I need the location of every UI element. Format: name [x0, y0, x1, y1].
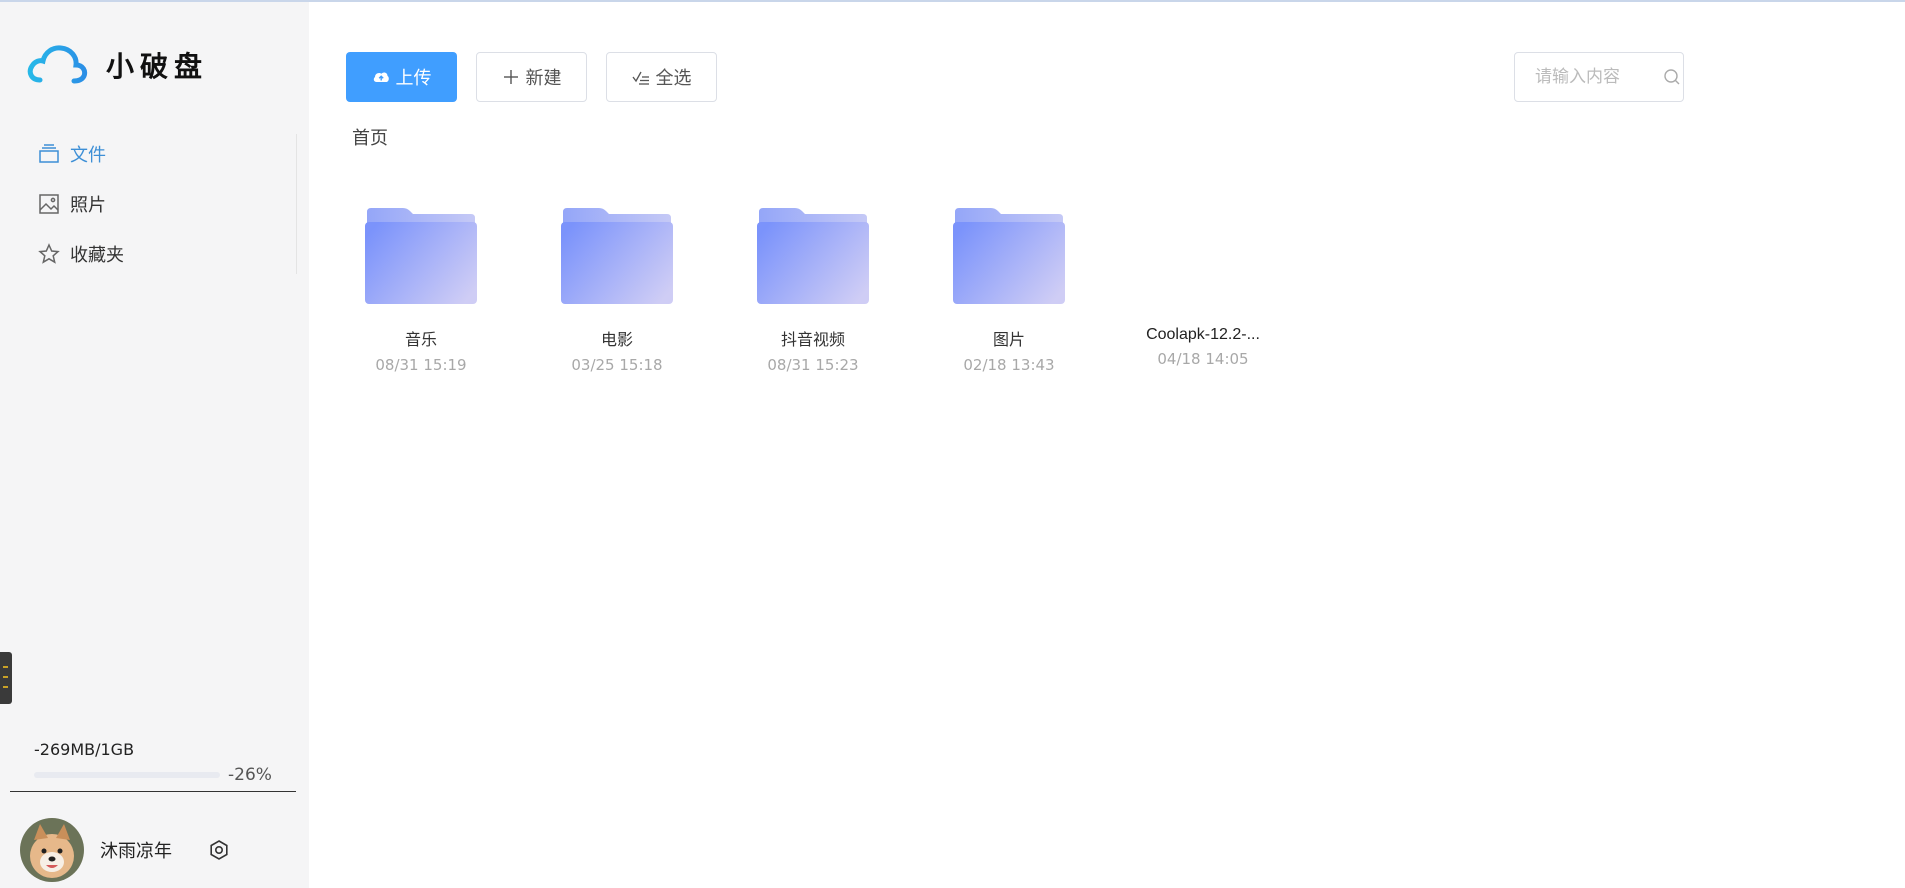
file-name: 音乐	[404, 330, 437, 349]
new-button[interactable]: 新建	[476, 52, 587, 102]
select-all-label: 全选	[655, 68, 692, 89]
avatar[interactable]	[20, 818, 84, 882]
storage-usage: -269MB/1GB -26%	[34, 740, 274, 785]
select-all-button[interactable]: 全选	[606, 52, 717, 102]
file-name: 抖音视频	[780, 330, 845, 349]
folder-icon	[561, 208, 673, 304]
file-date: 03/25 15:18	[571, 356, 663, 374]
sidebar: 小破盘 文件 照片 收藏夹 -269MB/1GB -26% 沐雨凉年	[0, 2, 309, 888]
star-icon	[38, 243, 60, 264]
username: 沐雨凉年	[100, 841, 172, 862]
check-list-icon	[631, 71, 649, 85]
storage-text: -269MB/1GB	[34, 740, 135, 759]
plus-icon	[503, 70, 518, 84]
gear-icon[interactable]	[208, 839, 230, 861]
user-panel: 沐雨凉年	[20, 818, 230, 882]
search-input[interactable]	[1533, 66, 1657, 88]
file-date: 04/18 14:05	[1157, 350, 1249, 368]
app-name: 小破盘	[106, 50, 209, 83]
file-item[interactable]: Coolapk-12.2-... 04/18 14:05	[1128, 326, 1278, 368]
upload-label: 上传	[395, 68, 432, 89]
breadcrumb[interactable]: 首页	[352, 124, 388, 150]
cloud-logo-icon	[27, 45, 88, 85]
image-icon	[39, 194, 59, 214]
divider	[10, 791, 296, 792]
file-name: 电影	[600, 330, 633, 349]
folder-item[interactable]: 图片 02/18 13:43	[934, 206, 1084, 374]
new-label: 新建	[525, 68, 562, 89]
file-date: 08/31 15:19	[375, 356, 467, 374]
file-name: Coolapk-12.2-...	[1146, 326, 1260, 343]
sidebar-nav: 文件 照片 收藏夹	[0, 134, 297, 274]
file-date: 08/31 15:23	[767, 356, 859, 374]
sidebar-item-favorites[interactable]: 收藏夹	[38, 240, 124, 268]
sidebar-item-files[interactable]: 文件	[38, 140, 106, 168]
logo[interactable]: 小破盘	[26, 42, 208, 88]
folder-icon	[757, 208, 869, 304]
folder-item[interactable]: 抖音视频 08/31 15:23	[738, 206, 888, 374]
folder-icon	[365, 208, 477, 304]
files-icon	[39, 144, 59, 163]
dock-handle[interactable]	[0, 652, 12, 704]
storage-progress-bar	[34, 772, 220, 778]
storage-percent: -26%	[228, 765, 272, 785]
cloud-upload-icon	[373, 72, 389, 82]
folder-icon	[953, 208, 1065, 304]
upload-button[interactable]: 上传	[346, 52, 457, 102]
sidebar-item-photos[interactable]: 照片	[38, 190, 106, 218]
sidebar-item-label: 文件	[70, 145, 106, 166]
file-name: 图片	[992, 330, 1025, 349]
search-box	[1514, 52, 1684, 102]
sidebar-item-label: 收藏夹	[70, 245, 124, 266]
folder-item[interactable]: 音乐 08/31 15:19	[346, 206, 496, 374]
file-date: 02/18 13:43	[963, 356, 1055, 374]
folder-item[interactable]: 电影 03/25 15:18	[542, 206, 692, 374]
search-icon[interactable]	[1663, 68, 1681, 86]
sidebar-item-label: 照片	[70, 195, 106, 216]
